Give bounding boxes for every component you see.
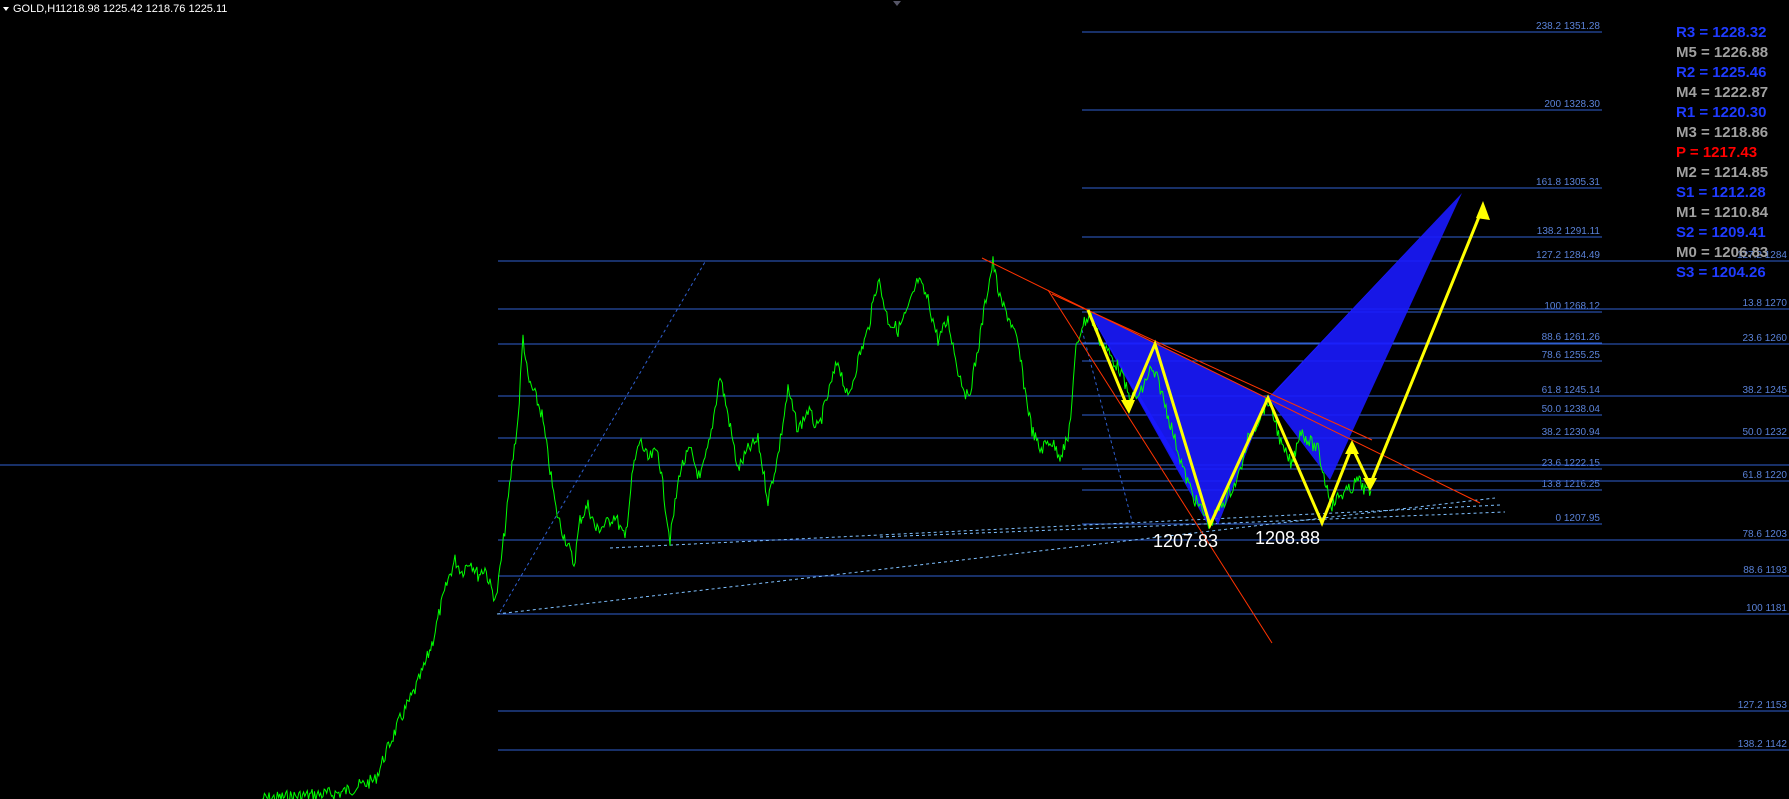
pivot-level-label: R2 = 1225.46 (1676, 64, 1767, 81)
retracement-level-label: 61.8 1220 (1743, 470, 1788, 481)
pivot-level-label: M5 = 1226.88 (1676, 44, 1768, 61)
pivot-level-label: R1 = 1220.30 (1676, 104, 1767, 121)
fib-level-label: 138.2 1291.11 (1537, 226, 1601, 237)
pivot-level-label: M0 = 1206.83 (1676, 244, 1768, 261)
retracement-level-label: 127.2 1153 (1738, 700, 1788, 711)
pivot-level-label: R3 = 1228.32 (1676, 24, 1767, 41)
fib-level-label: 61.8 1245.14 (1542, 385, 1601, 396)
pivot-level-label: S1 = 1212.28 (1676, 184, 1766, 201)
fib-level-label: 88.6 1261.26 (1542, 332, 1601, 343)
retracement-level-label: 78.6 1203 (1743, 529, 1788, 540)
fib-level-label: 100 1268.12 (1544, 301, 1600, 312)
low-point-label-1: 1207.83 (1153, 531, 1218, 551)
pivot-level-label: S3 = 1204.26 (1676, 264, 1766, 281)
pivot-level-label: M4 = 1222.87 (1676, 84, 1768, 101)
retracement-level-label: 50.0 1232 (1743, 427, 1788, 438)
retracement-level-label: 88.6 1193 (1743, 565, 1787, 576)
retracement-level-label: 23.6 1260 (1743, 333, 1788, 344)
price-chart[interactable]: GOLD,H1 1218.98 1225.42 1218.76 1225.11 … (0, 0, 1789, 799)
chart-background (0, 0, 1789, 799)
fib-level-label: 238.2 1351.28 (1536, 21, 1600, 32)
pivot-level-label: M2 = 1214.85 (1676, 164, 1768, 181)
fib-level-label: 78.6 1255.25 (1542, 350, 1601, 361)
pivot-level-label: M1 = 1210.84 (1676, 204, 1769, 221)
pivot-level-label: M3 = 1218.86 (1676, 124, 1768, 141)
fib-level-label: 38.2 1230.94 (1542, 427, 1601, 438)
retracement-level-label: 13.8 1270 (1743, 298, 1788, 309)
retracement-level-label: 100 1181 (1746, 603, 1787, 614)
pivot-level-label: S2 = 1209.41 (1676, 224, 1766, 241)
fib-level-label: 200 1328.30 (1544, 99, 1600, 110)
fib-level-label: 23.6 1222.15 (1542, 458, 1601, 469)
retracement-level-label: 38.2 1245 (1743, 385, 1788, 396)
fib-level-label: 161.8 1305.31 (1536, 177, 1600, 188)
low-point-label-2: 1208.88 (1255, 528, 1320, 548)
fib-level-label: 0 1207.95 (1556, 513, 1601, 524)
pivot-level-label: P = 1217.43 (1676, 144, 1757, 161)
fib-level-label: 50.0 1238.04 (1542, 404, 1601, 415)
symbol-label: GOLD,H1 (13, 3, 61, 15)
fib-level-label: 127.2 1284.49 (1536, 250, 1600, 261)
ohlc-readout: 1218.98 1225.42 1218.76 1225.11 (60, 3, 227, 15)
retracement-level-label: 138.2 1142 (1738, 739, 1788, 750)
